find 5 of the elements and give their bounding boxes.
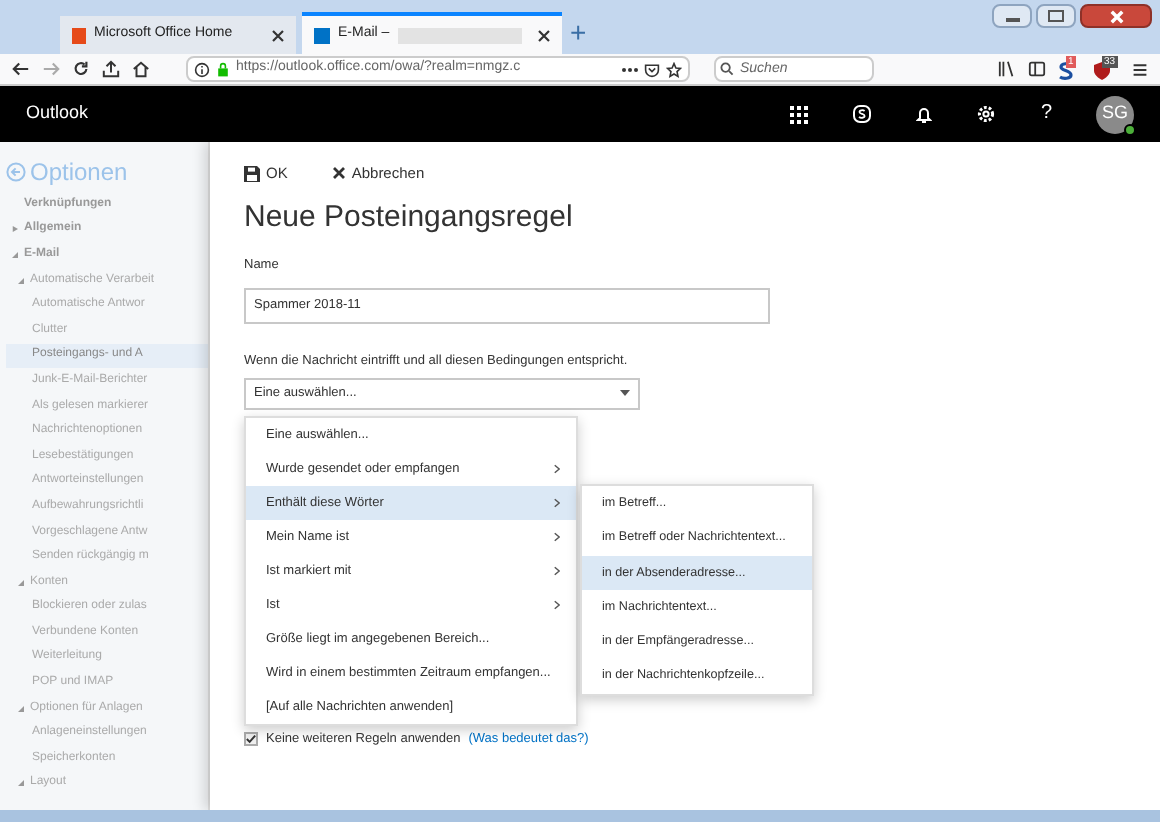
new-tab-button[interactable]: + (570, 18, 587, 46)
page-heading: Neue Posteingangsregel (244, 202, 575, 233)
avatar[interactable]: SG (1096, 95, 1134, 133)
app-title: Outlook (26, 100, 91, 127)
help-icon[interactable]: ? (1040, 104, 1052, 124)
